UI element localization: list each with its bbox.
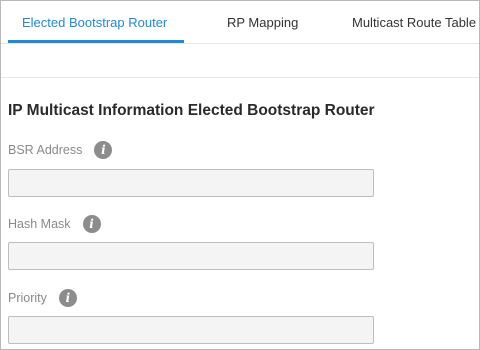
info-icon[interactable]: i [82,215,101,233]
tab-elected-bootstrap-router[interactable]: Elected Bootstrap Router [22,1,167,43]
priority-label: Priority [8,291,47,305]
ip-multicast-panel: Elected Bootstrap Router RP Mapping Mult… [0,0,480,350]
hash-mask-label-row: Hash Mask i [8,215,101,233]
active-tab-indicator [8,40,184,43]
divider [1,77,479,78]
info-icon[interactable]: i [58,289,77,307]
priority-input[interactable] [8,316,374,344]
tab-multicast-route-table[interactable]: Multicast Route Table [352,1,476,43]
tab-rp-mapping[interactable]: RP Mapping [227,1,298,43]
priority-label-row: Priority i [8,289,77,307]
hash-mask-input[interactable] [8,242,374,270]
info-icon[interactable]: i [94,141,113,159]
bsr-address-label: BSR Address [8,143,83,157]
tab-bar: Elected Bootstrap Router RP Mapping Mult… [1,1,479,44]
bsr-address-label-row: BSR Address i [8,141,113,159]
hash-mask-label: Hash Mask [8,217,71,231]
section-title: IP Multicast Information Elected Bootstr… [8,102,375,119]
bsr-address-input[interactable] [8,169,374,197]
